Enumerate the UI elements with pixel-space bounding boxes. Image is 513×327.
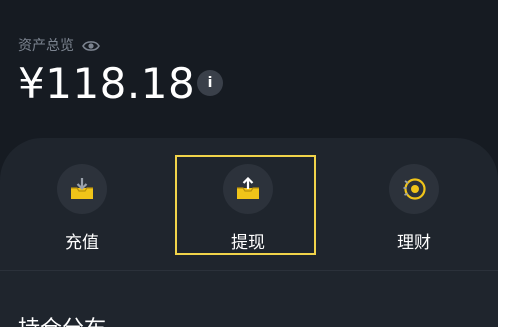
holdings-distribution-title: 持仓分布	[18, 311, 106, 327]
info-icon[interactable]: i	[197, 70, 223, 96]
finance-button[interactable]: 理财	[369, 164, 459, 253]
deposit-label: 充值	[65, 233, 99, 253]
wallet-screen: 资产总览 ¥118.18 i 充值 提现 理财	[0, 0, 498, 327]
highlight-box	[175, 155, 316, 255]
deposit-icon	[57, 164, 107, 214]
finance-icon	[389, 164, 439, 214]
divider	[0, 270, 498, 271]
asset-overview-title: 资产总览	[18, 38, 74, 54]
eye-icon[interactable]	[82, 38, 100, 52]
finance-label: 理财	[397, 233, 431, 253]
asset-overview-header: 资产总览	[18, 35, 100, 55]
deposit-button[interactable]: 充值	[37, 164, 127, 253]
total-balance: ¥118.18	[18, 59, 196, 108]
